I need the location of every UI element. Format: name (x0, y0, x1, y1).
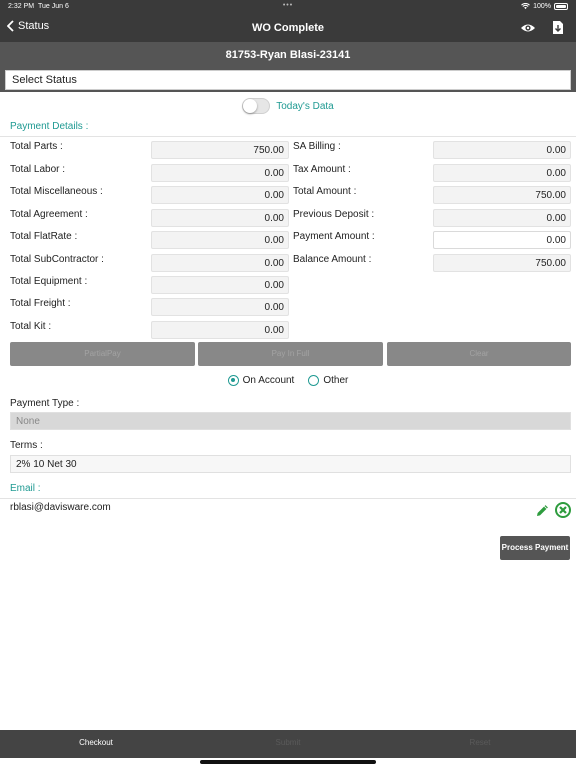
terms-field[interactable]: 2% 10 Net 30 (10, 455, 571, 473)
home-indicator (200, 760, 376, 764)
switch-knob (243, 99, 258, 113)
balance-amount-label: Balance Amount : (293, 254, 372, 265)
battery-percent: 100% (533, 3, 551, 10)
email-label: Email : (10, 483, 41, 494)
pencil-icon[interactable] (536, 504, 549, 517)
other-radio[interactable]: Other (308, 374, 349, 386)
total-subcontractor-label: Total SubContractor : (10, 254, 104, 265)
balance-amount-field: 750.00 (433, 254, 571, 272)
clear-email-icon[interactable] (555, 502, 571, 518)
eye-icon[interactable] (520, 21, 536, 35)
page-title: WO Complete (251, 22, 325, 34)
checkout-tab[interactable]: Checkout (0, 730, 192, 758)
tax-amount-field: 0.00 (433, 164, 571, 182)
total-agreement-field: 0.00 (151, 209, 289, 227)
payment-amount-label: Payment Amount : (293, 231, 375, 242)
total-equipment-label: Total Equipment : (10, 276, 88, 287)
on-account-label: On Account (242, 374, 295, 386)
wifi-icon (521, 3, 530, 10)
total-equipment-field: 0.00 (151, 276, 289, 294)
sa-billing-label: SA Billing : (293, 141, 341, 152)
bottom-tab-bar: Checkout Submit Reset (0, 730, 576, 758)
work-order-header: 81753-Ryan Blasi-23141 (0, 42, 576, 68)
total-subcontractor-field: 0.00 (151, 254, 289, 272)
clear-button[interactable]: Clear (387, 342, 571, 366)
reset-tab[interactable]: Reset (384, 730, 576, 758)
total-parts-field: 750.00 (151, 141, 289, 159)
pay-in-full-button[interactable]: Pay In Full (198, 342, 383, 366)
total-misc-label: Total Miscellaneous : (10, 186, 103, 197)
submit-tab[interactable]: Submit (192, 730, 384, 758)
total-labor-label: Total Labor : (10, 164, 66, 175)
total-labor-field: 0.00 (151, 164, 289, 182)
on-account-radio[interactable]: On Account (227, 374, 295, 386)
payment-amount-input[interactable]: 0.00 (433, 231, 571, 249)
total-flatrate-label: Total FlatRate : (10, 231, 78, 242)
payment-details-title: Payment Details : (10, 121, 89, 132)
total-agreement-label: Total Agreement : (10, 209, 88, 220)
todays-data-switch[interactable] (242, 98, 271, 114)
todays-data-row: Today's Data (0, 96, 576, 116)
total-amount-field: 750.00 (433, 186, 571, 204)
document-icon[interactable] (552, 20, 564, 35)
total-freight-field: 0.00 (151, 298, 289, 316)
battery-icon (554, 3, 568, 10)
status-bar: 2:32 PM Tue Jun 6 ••• 100% (0, 0, 576, 14)
other-label: Other (323, 374, 349, 386)
payment-mode-radio-group: On Account Other (0, 373, 576, 387)
divider (0, 136, 576, 137)
previous-deposit-label: Previous Deposit : (293, 209, 375, 220)
terms-label: Terms : (10, 440, 43, 451)
todays-data-label: Today's Data (276, 100, 334, 112)
nav-bar: Status WO Complete (0, 14, 576, 42)
tax-amount-label: Tax Amount : (293, 164, 351, 175)
payment-type-select[interactable]: None (10, 412, 571, 430)
total-flatrate-field: 0.00 (151, 231, 289, 249)
total-misc-field: 0.00 (151, 186, 289, 204)
payment-type-label: Payment Type : (10, 398, 80, 409)
email-value: rblasi@davisware.com (10, 502, 111, 513)
radio-selected-icon (227, 374, 239, 386)
status-center-dots: ••• (282, 2, 294, 9)
previous-deposit-field: 0.00 (433, 209, 571, 227)
status-select[interactable]: Select Status (5, 70, 571, 90)
total-amount-label: Total Amount : (293, 186, 357, 197)
process-payment-button[interactable]: Process Payment (500, 536, 570, 560)
total-kit-field: 0.00 (151, 321, 289, 339)
status-right: 100% (521, 3, 568, 10)
total-parts-label: Total Parts : (10, 141, 63, 152)
sa-billing-field: 0.00 (433, 141, 571, 159)
radio-unselected-icon (308, 374, 320, 386)
total-freight-label: Total Freight : (10, 298, 71, 309)
divider (0, 498, 576, 499)
partial-pay-button[interactable]: PartialPay (10, 342, 195, 366)
total-kit-label: Total Kit : (10, 321, 52, 332)
